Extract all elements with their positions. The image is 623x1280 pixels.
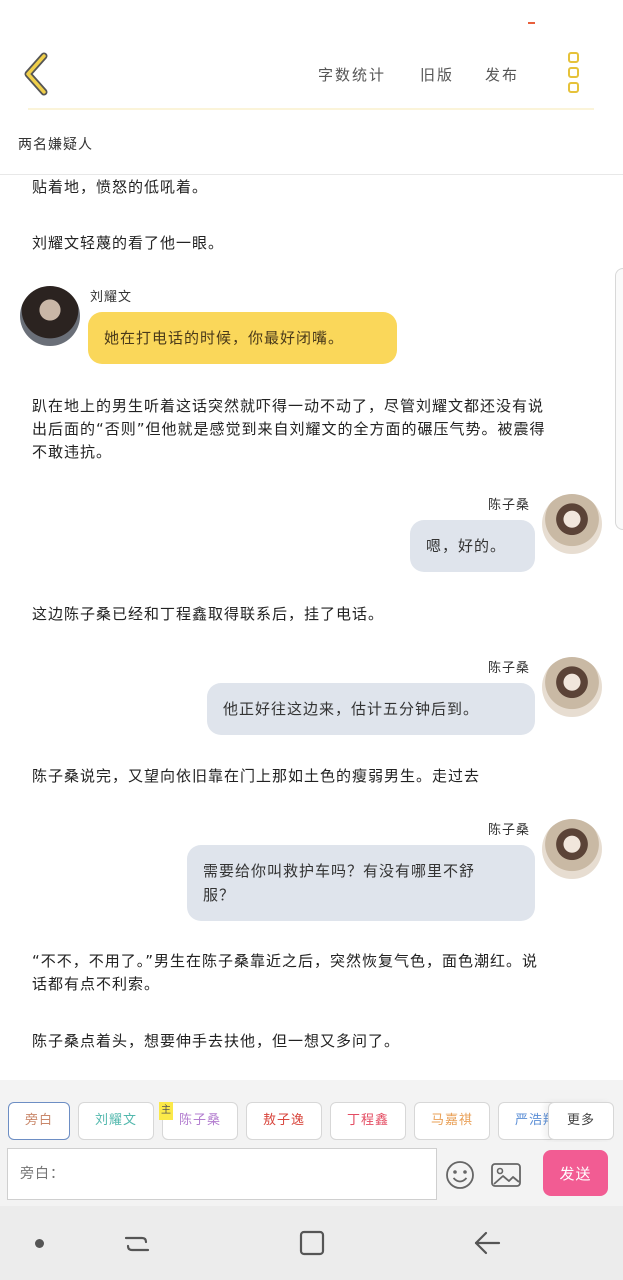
role-chip-label: 旁白: [24, 1113, 53, 1128]
speaker-name: 陈子桑: [488, 661, 531, 676]
back-chevron-icon: [24, 52, 48, 96]
top-bar: 字数统计 旧版 发布: [0, 40, 623, 112]
role-chip-label: 丁程鑫: [346, 1113, 389, 1128]
image-icon: [491, 1163, 521, 1187]
speaker-name: 刘耀文: [90, 290, 133, 305]
publish-button[interactable]: 发布: [485, 64, 519, 85]
dialogue-bubble[interactable]: 需要给你叫救护车吗？有没有哪里不舒服？: [187, 845, 535, 921]
role-chip[interactable]: 陈子桑: [162, 1102, 238, 1140]
dialogue-bubble[interactable]: 嗯，好的。: [410, 520, 535, 572]
nav-dot-icon: [35, 1239, 44, 1248]
main-character-tag: 主: [159, 1102, 173, 1120]
message-input[interactable]: [7, 1148, 437, 1200]
narration-text: 陈子桑说完，又望向依旧靠在门上那如土色的瘦弱男生。走过去: [32, 767, 481, 785]
role-chip[interactable]: 丁程鑫: [330, 1102, 406, 1140]
avatar[interactable]: [542, 819, 602, 879]
narration-text: 贴着地，愤怒的低吼着。: [32, 178, 209, 196]
image-button[interactable]: [490, 1160, 522, 1190]
avatar[interactable]: [542, 657, 602, 717]
speaker-name: 陈子桑: [488, 823, 531, 838]
status-bar: [0, 0, 623, 40]
nav-recent-icon[interactable]: [122, 1228, 152, 1258]
avatar[interactable]: [20, 286, 80, 346]
system-nav-bar: [0, 1206, 623, 1280]
old-version-button[interactable]: 旧版: [420, 64, 454, 85]
nav-home-icon[interactable]: [297, 1228, 327, 1258]
header-divider: [28, 108, 594, 110]
role-chip[interactable]: 刘耀文: [78, 1102, 154, 1140]
role-chip[interactable]: 旁白: [8, 1102, 70, 1140]
nav-back-icon[interactable]: [472, 1228, 502, 1258]
narration-text: “不不，不用了。”男生在陈子桑靠近之后，突然恢复气色，面色潮红。说话都有点不利索…: [32, 952, 539, 993]
role-selector: 旁白 刘耀文 陈子桑 敖子逸 丁程鑫 马嘉祺 严浩翔 更多: [0, 1080, 623, 1142]
avatar[interactable]: [542, 494, 602, 554]
narration-text: 这边陈子桑已经和丁程鑫取得联系后，挂了电话。: [32, 605, 385, 623]
dialogue-bubble[interactable]: 她在打电话的时候，你最好闭嘴。: [88, 312, 397, 364]
more-vertical-icon[interactable]: [562, 52, 584, 96]
narration-text: 陈子桑点着头，想要伸手去扶他，但一想又多问了。: [32, 1032, 401, 1050]
word-count-button[interactable]: 字数统计: [318, 64, 386, 85]
input-bar: 发送: [0, 1142, 623, 1206]
chapter-title: 两名嫌疑人: [18, 137, 93, 153]
title-divider: [0, 174, 623, 175]
emoji-button[interactable]: [445, 1160, 475, 1190]
status-indicator: [528, 22, 535, 24]
role-chip-label: 陈子桑: [178, 1113, 221, 1128]
narration-text: 趴在地上的男生听着这话突然就吓得一动不动了，尽管刘耀文都还没有说出后面的“否则”…: [32, 397, 546, 461]
role-chip[interactable]: 马嘉祺: [414, 1102, 490, 1140]
chat-content[interactable]: 贴着地，愤怒的低吼着。 刘耀文轻蔑的看了他一眼。 刘耀文 她在打电话的时候，你最…: [0, 176, 623, 1080]
back-button[interactable]: [18, 52, 58, 96]
emoji-icon: [446, 1161, 474, 1189]
dialogue-bubble[interactable]: 他正好往这边来，估计五分钟后到。: [207, 683, 535, 735]
scrollbar[interactable]: [615, 268, 623, 530]
role-chip-label: 马嘉祺: [430, 1113, 473, 1128]
role-chip-label: 刘耀文: [94, 1113, 137, 1128]
send-button[interactable]: 发送: [543, 1150, 608, 1196]
narration-text: 刘耀文轻蔑的看了他一眼。: [32, 234, 225, 252]
speaker-name: 陈子桑: [488, 498, 531, 513]
more-roles-button[interactable]: 更多: [548, 1102, 614, 1140]
role-chip-label: 敖子逸: [262, 1113, 305, 1128]
role-chip[interactable]: 敖子逸: [246, 1102, 322, 1140]
